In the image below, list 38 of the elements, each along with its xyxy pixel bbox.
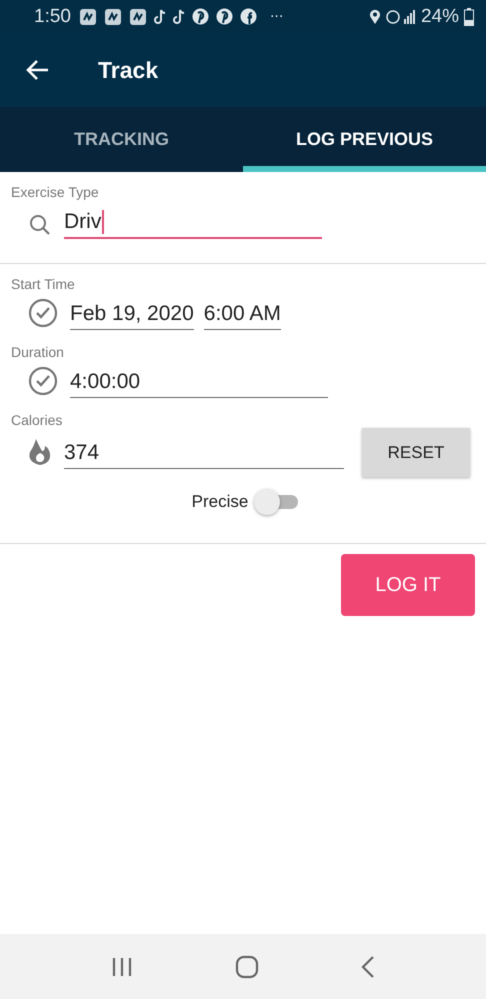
pin-circle-icon bbox=[216, 8, 233, 25]
screen-title: Track bbox=[98, 56, 158, 84]
status-time: 1:50 bbox=[34, 6, 71, 28]
reset-button[interactable]: RESET bbox=[362, 428, 470, 478]
time-field[interactable]: 6:00 AM bbox=[204, 298, 281, 330]
clock-icon bbox=[28, 298, 58, 328]
back-arrow-icon[interactable] bbox=[26, 59, 50, 81]
pin-circle-icon bbox=[192, 8, 209, 25]
precise-toggle[interactable] bbox=[254, 489, 298, 516]
battery-icon bbox=[464, 8, 474, 26]
precise-label: Precise bbox=[192, 492, 248, 512]
exercise-type-field[interactable]: Driv bbox=[64, 206, 322, 240]
notification-icon bbox=[128, 8, 147, 26]
signal-icon bbox=[386, 8, 416, 24]
search-icon bbox=[28, 213, 52, 238]
note-icon bbox=[154, 8, 166, 24]
notification-icon bbox=[104, 8, 122, 26]
log-it-button[interactable]: LOG IT bbox=[341, 554, 475, 616]
field-label: Start Time bbox=[10, 276, 76, 292]
battery-percent: 24% bbox=[420, 6, 459, 28]
recent-apps-icon[interactable] bbox=[111, 956, 133, 976]
duration-field[interactable]: 4:00:00 bbox=[70, 366, 328, 398]
notification-icon bbox=[78, 8, 97, 26]
date-field[interactable]: Feb 19, 2020 bbox=[70, 298, 194, 330]
home-icon[interactable] bbox=[235, 954, 259, 978]
tab[interactable]: TRACKING bbox=[0, 107, 243, 172]
field-label: Duration bbox=[10, 344, 65, 360]
calories-field[interactable]: 374 bbox=[64, 436, 344, 469]
clock-icon bbox=[28, 366, 58, 396]
location-icon bbox=[368, 8, 381, 24]
circle-f-icon bbox=[240, 8, 257, 25]
more-notifications: ··· bbox=[270, 8, 284, 24]
note-icon bbox=[172, 8, 185, 24]
flame-icon bbox=[28, 438, 52, 466]
back-icon[interactable] bbox=[361, 956, 375, 978]
field-label: Exercise Type bbox=[10, 184, 100, 200]
tab[interactable]: LOG PREVIOUS bbox=[243, 107, 486, 172]
field-label: Calories bbox=[10, 412, 64, 428]
